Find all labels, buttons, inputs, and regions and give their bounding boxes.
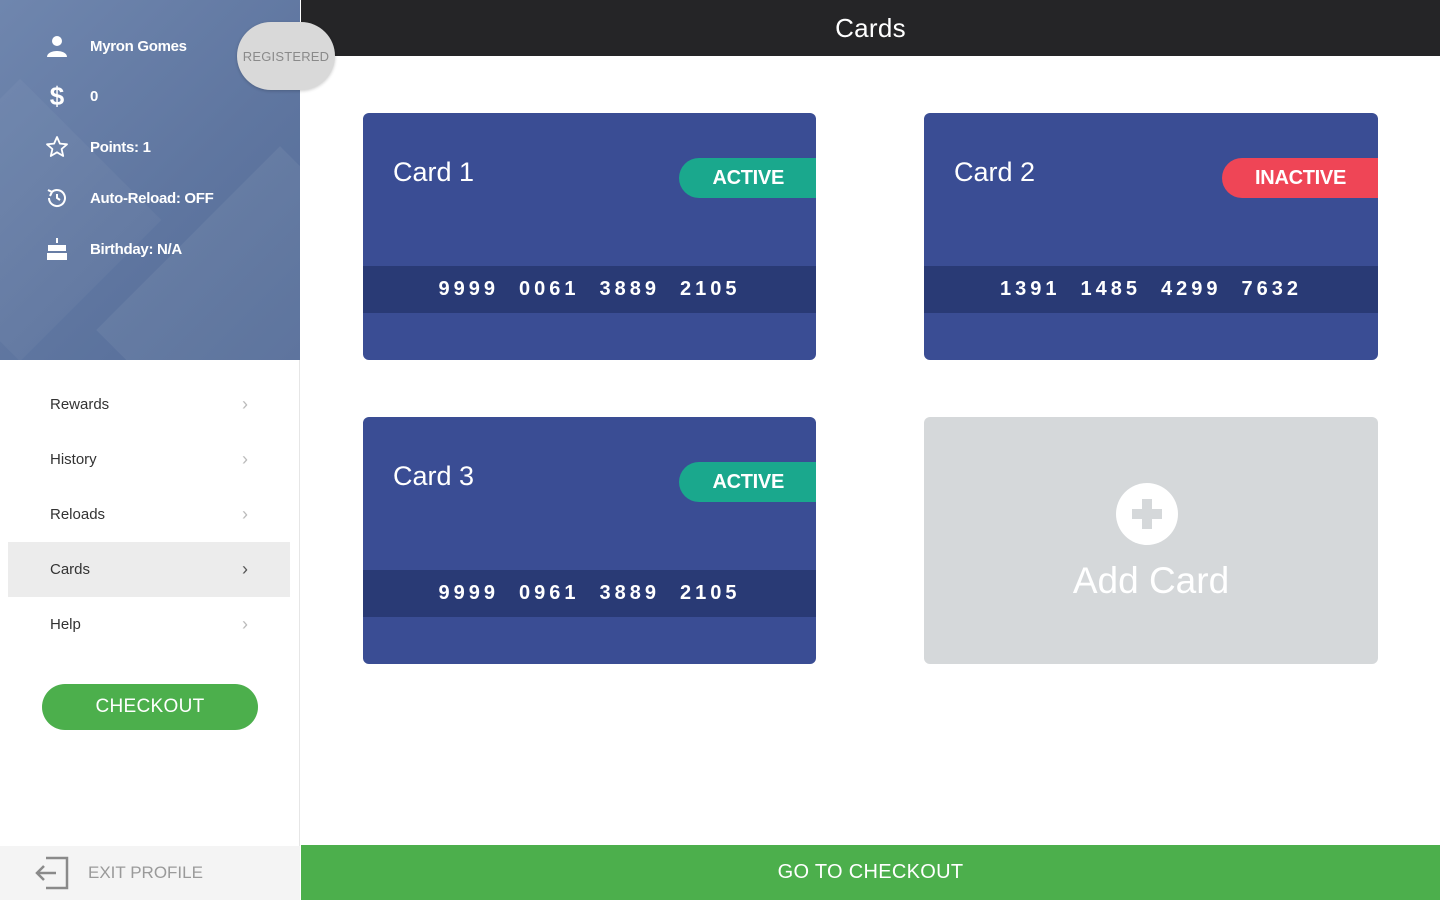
- sidebar-item-label: Reloads: [50, 506, 106, 523]
- card-name: Card 3: [393, 461, 475, 491]
- sidebar-item-label: History: [50, 451, 97, 468]
- card-number: 1391 1485 4299 7632: [924, 266, 1378, 313]
- card-number-group: 9999: [438, 582, 499, 604]
- sidebar-item-reloads[interactable]: Reloads ›: [8, 487, 290, 542]
- profile-points-row: Points: 1: [44, 133, 151, 161]
- card-number-group: 3889: [599, 582, 660, 604]
- card-name: Card 1: [393, 157, 475, 187]
- sidebar-item-cards[interactable]: Cards ›: [8, 542, 290, 597]
- profile-name-row: Myron Gomes: [44, 32, 187, 60]
- sidebar-item-label: Cards: [50, 561, 91, 578]
- card-number-group: 2105: [680, 582, 741, 604]
- card-number-group: 3889: [599, 278, 660, 300]
- chevron-right-icon: ›: [242, 449, 248, 469]
- profile-name: Myron Gomes: [90, 37, 187, 55]
- profile-auto-reload: Auto-Reload: OFF: [90, 189, 214, 207]
- card-number-group: 1485: [1080, 278, 1141, 300]
- profile-balance-row: $ 0: [44, 80, 99, 111]
- page-title: Cards: [301, 0, 1440, 56]
- user-icon: [44, 33, 70, 59]
- dollar-icon: $: [49, 80, 65, 111]
- card-number-group: 9999: [438, 278, 499, 300]
- card-name: Card 2: [954, 157, 1036, 187]
- profile-autoreload-row: Auto-Reload: OFF: [44, 184, 214, 212]
- sidebar-item-rewards[interactable]: Rewards ›: [8, 377, 290, 432]
- checkout-button[interactable]: CHECKOUT: [42, 684, 258, 730]
- chevron-right-icon: ›: [242, 614, 248, 634]
- sidebar-item-history[interactable]: History ›: [8, 432, 290, 487]
- status-badge: INACTIVE: [1222, 158, 1378, 198]
- card-number-group: 4299: [1161, 278, 1222, 300]
- exit-profile-button[interactable]: EXIT PROFILE: [0, 846, 300, 900]
- card-number-group: 7632: [1241, 278, 1302, 300]
- card-number-group: 0061: [519, 278, 580, 300]
- profile-birthday: Birthday: N/A: [90, 240, 182, 258]
- status-badge: ACTIVE: [679, 462, 816, 502]
- star-icon: [44, 134, 70, 160]
- sidebar-item-label: Rewards: [50, 396, 110, 413]
- cake-icon: [44, 236, 70, 262]
- sidebar: Myron Gomes $ 0 Points: 1 Auto-Reload: O…: [0, 0, 335, 900]
- card-number: 9999 0061 3889 2105: [363, 266, 816, 313]
- status-badge: ACTIVE: [679, 158, 816, 198]
- card-number-group: 0961: [519, 582, 580, 604]
- exit-profile-label: EXIT PROFILE: [88, 863, 203, 882]
- card-tile[interactable]: Card 2 INACTIVE 1391 1485 4299 7632: [924, 113, 1378, 360]
- chevron-right-icon: ›: [242, 504, 248, 524]
- chevron-right-icon: ›: [242, 394, 248, 414]
- add-card-label: Add Card: [1072, 560, 1230, 601]
- plus-circle-icon: [1116, 483, 1178, 545]
- exit-icon: [34, 855, 70, 891]
- profile-birthday-row: Birthday: N/A: [44, 235, 182, 263]
- card-number-group: 1391: [1000, 278, 1061, 300]
- card-number: 9999 0961 3889 2105: [363, 570, 816, 617]
- card-tile[interactable]: Card 1 ACTIVE 9999 0061 3889 2105: [363, 113, 816, 360]
- sidebar-item-help[interactable]: Help ›: [8, 597, 290, 652]
- sidebar-item-label: Help: [50, 616, 81, 633]
- registered-badge: REGISTERED: [237, 22, 335, 90]
- chevron-right-icon: ›: [242, 559, 248, 579]
- profile-balance: 0: [90, 87, 99, 105]
- add-card-button[interactable]: Add Card: [924, 417, 1378, 664]
- go-to-checkout-button[interactable]: GO TO CHECKOUT: [301, 845, 1440, 900]
- card-tile[interactable]: Card 3 ACTIVE 9999 0961 3889 2105: [363, 417, 816, 664]
- profile-points: Points: 1: [90, 138, 151, 156]
- sidebar-nav: Rewards › History › Reloads › Cards › He…: [8, 377, 290, 652]
- history-icon: [44, 185, 70, 211]
- card-number-group: 2105: [680, 278, 741, 300]
